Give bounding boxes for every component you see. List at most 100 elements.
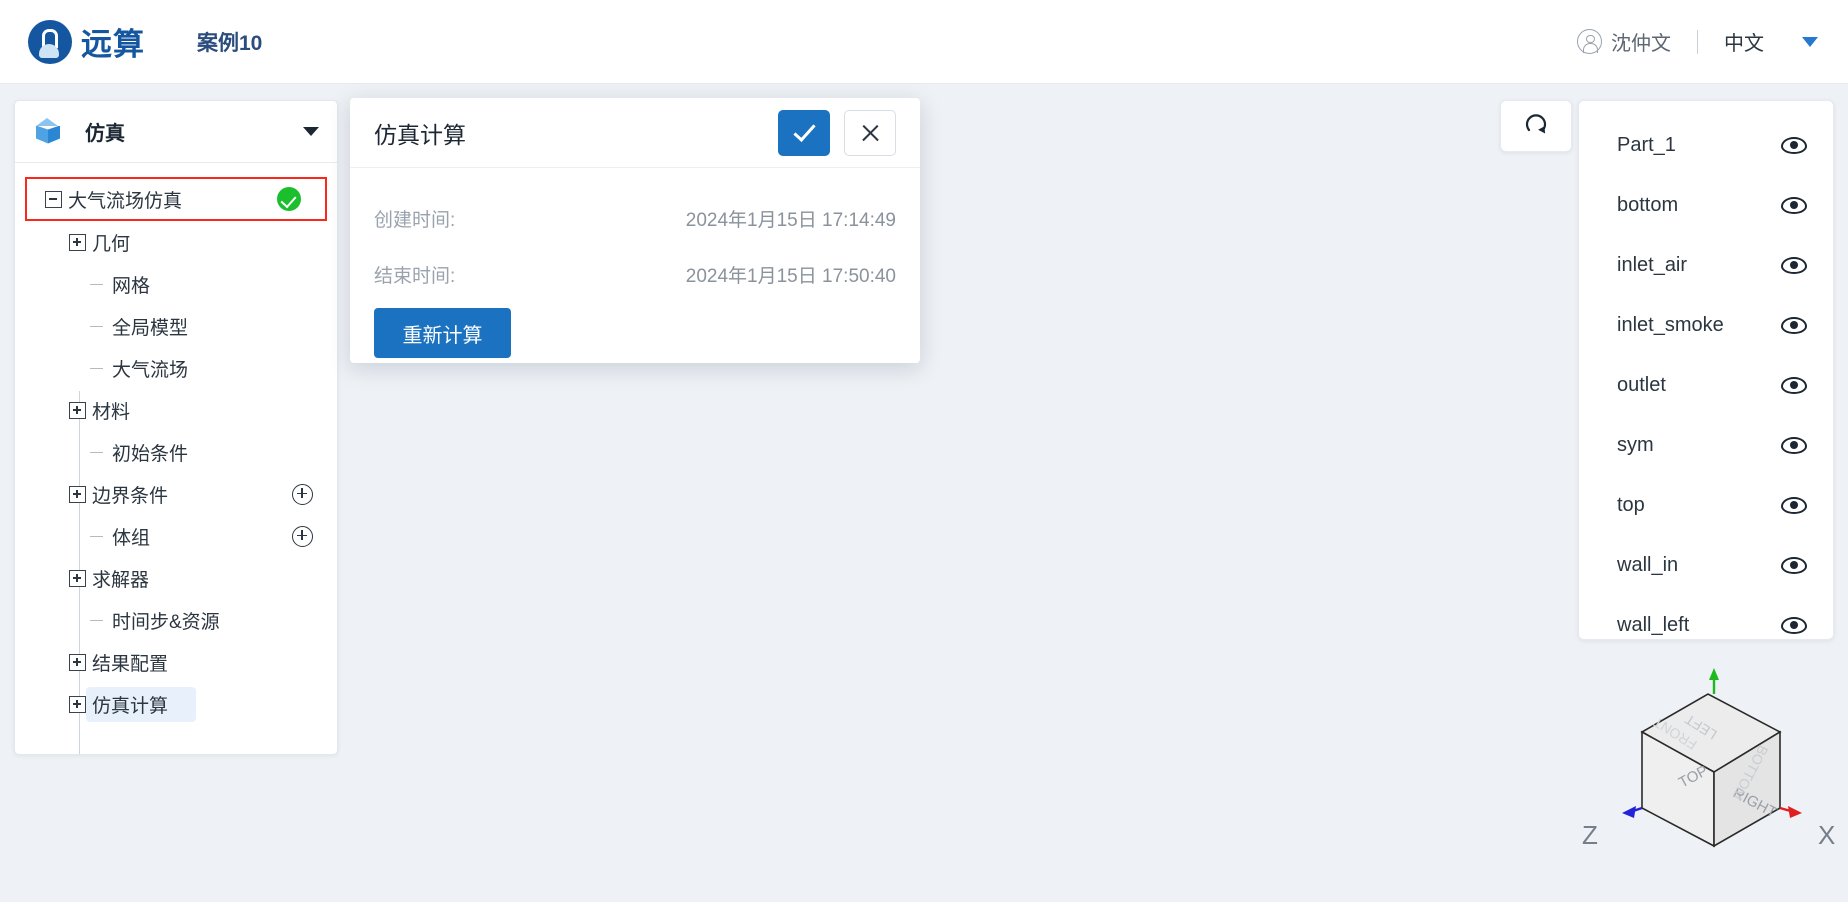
close-icon [860, 122, 881, 143]
parts-visibility-panel: Part_1 bottom inlet_air inlet_smoke outl… [1578, 100, 1834, 640]
close-button[interactable] [844, 109, 896, 156]
header-divider [1697, 29, 1698, 54]
tree-leaf-icon [89, 612, 106, 629]
tree-item-label: 时间步&资源 [112, 611, 220, 633]
tree-item-mesh[interactable]: 网格 [15, 263, 337, 305]
eye-icon[interactable] [1781, 556, 1807, 574]
expand-toggle-icon[interactable] [69, 485, 86, 503]
add-volume-group-icon[interactable] [292, 525, 313, 547]
axis-z-arrow [1622, 806, 1636, 818]
end-time-row: 结束时间: 2024年1月15日 17:50:40 [374, 246, 896, 302]
dialog-title: 仿真计算 [374, 121, 466, 148]
tree-item-label: 网格 [112, 275, 151, 297]
axis-z-label: Z [1582, 820, 1598, 850]
dialog-actions [778, 109, 896, 156]
simulation-tree: 大气流场仿真 几何 网格 全局模型 大气流场 材料 初始条件 边界条件 体组 求… [15, 163, 337, 754]
tree-item-geometry[interactable]: 几何 [15, 221, 337, 263]
eye-icon[interactable] [1781, 256, 1807, 274]
part-row[interactable]: inlet_smoke [1579, 295, 1833, 355]
tree-leaf-icon [89, 318, 106, 335]
confirm-button[interactable] [778, 109, 830, 156]
part-row[interactable]: top [1579, 475, 1833, 535]
tree-item-label: 材料 [92, 401, 131, 423]
orientation-cube[interactable]: TOP RIGHT LEFT FRONT BOTTOM Z X [1582, 660, 1848, 897]
app-header: 远算 案例10 沈仲文 中文 [0, 0, 1848, 84]
part-name: outlet [1617, 373, 1666, 396]
simulation-run-dialog: 仿真计算 创建时间: 2024年1月15日 17:14:49 结束时间: 202… [350, 98, 920, 363]
eye-icon[interactable] [1781, 136, 1807, 154]
tree-item-label: 体组 [112, 527, 151, 549]
tree-item-atmospheric-simulation[interactable]: 大气流场仿真 [25, 177, 327, 221]
eye-icon[interactable] [1781, 196, 1807, 214]
logo-icon [28, 19, 72, 64]
part-name: wall_in [1617, 553, 1679, 576]
part-row[interactable]: Part_1 [1579, 115, 1833, 175]
collapse-toggle-icon[interactable] [45, 190, 62, 208]
reset-view-button[interactable] [1500, 100, 1572, 152]
axis-x-label: X [1818, 820, 1836, 850]
recalculate-button[interactable]: 重新计算 [374, 308, 511, 358]
created-time-value: 2024年1月15日 17:14:49 [685, 209, 896, 231]
expand-toggle-icon[interactable] [69, 695, 86, 713]
eye-icon[interactable] [1781, 496, 1807, 514]
part-row[interactable]: outlet [1579, 355, 1833, 415]
tree-leaf-icon [89, 444, 106, 461]
case-title[interactable]: 案例10 [197, 27, 262, 57]
status-badge-success [277, 187, 301, 211]
user-name[interactable]: 沈仲文 [1611, 27, 1671, 56]
tree-leaf-icon [89, 528, 106, 545]
part-name: sym [1617, 433, 1654, 456]
expand-toggle-icon[interactable] [69, 653, 86, 671]
part-name: inlet_smoke [1617, 313, 1724, 336]
axis-x-arrow [1788, 806, 1802, 818]
tree-item-volume-group[interactable]: 体组 [15, 515, 337, 557]
expand-toggle-icon[interactable] [69, 569, 86, 587]
tree-item-label: 几何 [92, 233, 131, 255]
tree-item-label: 全局模型 [112, 317, 189, 339]
tree-item-atmospheric-flow[interactable]: 大气流场 [15, 347, 337, 389]
part-row[interactable]: wall_left [1579, 595, 1833, 655]
chevron-down-icon[interactable] [1802, 36, 1818, 47]
part-name: bottom [1617, 193, 1679, 216]
axis-y-arrow [1709, 668, 1719, 680]
tree-item-label: 结果配置 [92, 653, 169, 675]
part-row[interactable]: bottom [1579, 175, 1833, 235]
tree-item-label: 大气流场 [112, 359, 189, 381]
tree-item-label: 初始条件 [112, 443, 189, 465]
tree-item-material[interactable]: 材料 [15, 389, 337, 431]
part-row[interactable]: sym [1579, 415, 1833, 475]
tree-item-result-config[interactable]: 结果配置 [15, 641, 337, 683]
tree-item-timestep-resources[interactable]: 时间步&资源 [15, 599, 337, 641]
tree-item-global-model[interactable]: 全局模型 [15, 305, 337, 347]
dialog-body: 创建时间: 2024年1月15日 17:14:49 结束时间: 2024年1月1… [350, 168, 920, 358]
orientation-cube-graphic[interactable]: TOP RIGHT LEFT FRONT BOTTOM [1590, 660, 1848, 897]
header-right-group: 沈仲文 中文 [1577, 27, 1818, 56]
expand-toggle-icon[interactable] [69, 233, 86, 251]
language-label[interactable]: 中文 [1724, 27, 1764, 56]
expand-toggle-icon[interactable] [69, 401, 86, 419]
tree-item-simulation-run[interactable]: 仿真计算 [15, 683, 337, 725]
part-row[interactable]: inlet_air [1579, 235, 1833, 295]
tree-item-label: 求解器 [92, 569, 150, 591]
tree-item-boundary-conditions[interactable]: 边界条件 [15, 473, 337, 515]
chevron-down-icon[interactable] [303, 127, 319, 136]
tree-item-label: 大气流场仿真 [68, 190, 183, 212]
add-boundary-condition-icon[interactable] [292, 483, 313, 505]
logo-text: 远算 [81, 27, 145, 62]
eye-icon[interactable] [1781, 376, 1807, 394]
cube-icon [33, 117, 63, 147]
eye-icon[interactable] [1781, 316, 1807, 334]
sidebar-header[interactable]: 仿真 [15, 101, 337, 163]
tree-item-label: 仿真计算 [92, 695, 169, 717]
tree-item-initial-conditions[interactable]: 初始条件 [15, 431, 337, 473]
sidebar-title: 仿真 [85, 123, 125, 145]
user-avatar-icon [1577, 29, 1602, 54]
tree-item-label: 边界条件 [92, 485, 169, 507]
brand-logo[interactable]: 远算 [28, 19, 145, 64]
part-name: inlet_air [1617, 253, 1688, 276]
eye-icon[interactable] [1781, 436, 1807, 454]
tree-item-solver[interactable]: 求解器 [15, 557, 337, 599]
eye-icon[interactable] [1781, 616, 1807, 634]
part-name: wall_left [1617, 613, 1690, 636]
part-row[interactable]: wall_in [1579, 535, 1833, 595]
